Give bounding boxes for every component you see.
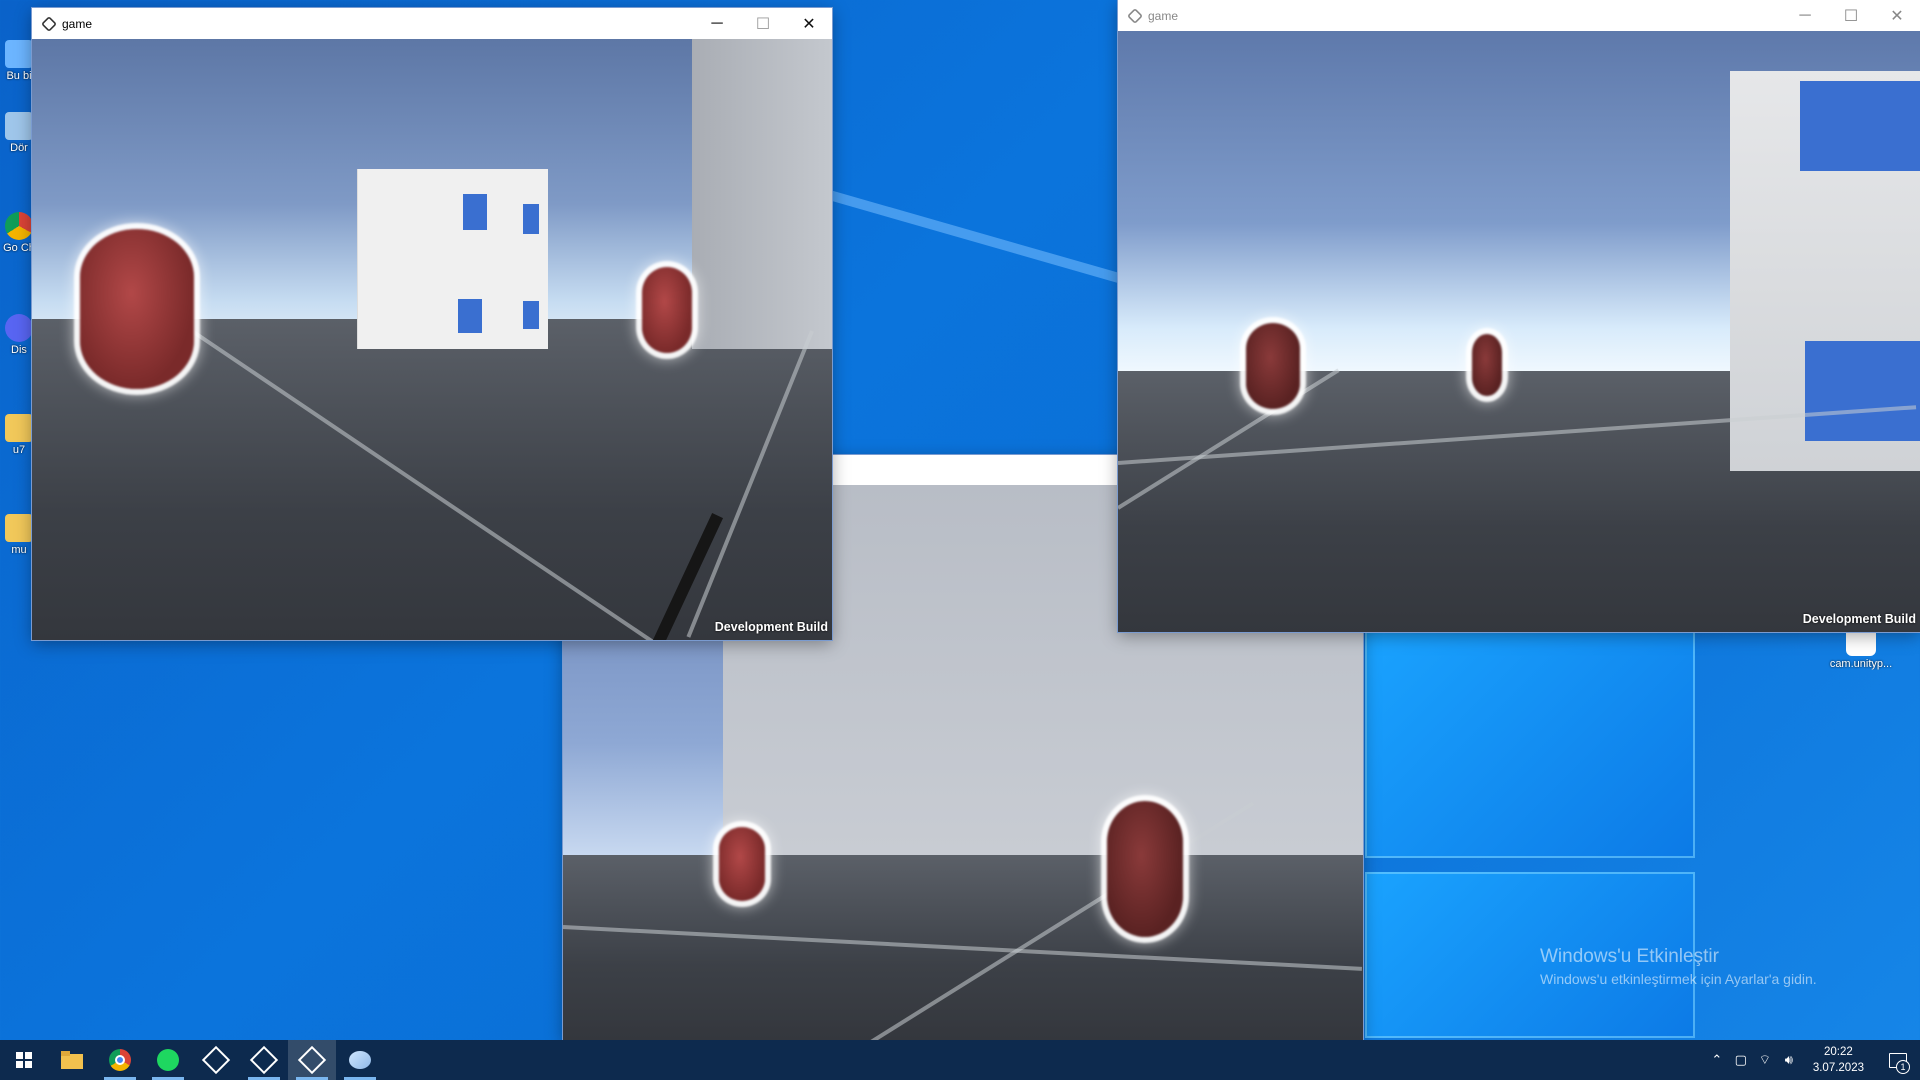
volume-icon[interactable]: 🔊︎	[1777, 1052, 1801, 1068]
building-cube	[357, 169, 548, 349]
maximize-button[interactable]: ☐	[740, 8, 786, 39]
close-button[interactable]: ✕	[1874, 0, 1920, 31]
game-viewport-right[interactable]: Development Build	[1118, 31, 1920, 632]
maximize-button[interactable]: ☐	[1828, 0, 1874, 31]
folder-icon	[5, 514, 33, 542]
player-capsule	[1472, 334, 1502, 396]
clock[interactable]: 20:22 3.07.2023	[1801, 1044, 1876, 1076]
game-window-left[interactable]: game ─ ☐ ✕ Development Build	[32, 8, 832, 640]
player-capsule	[80, 229, 194, 389]
action-center-button[interactable]: 1	[1876, 1040, 1920, 1080]
taskbar-file-explorer[interactable]	[48, 1040, 96, 1080]
start-button[interactable]	[0, 1040, 48, 1080]
recycle-bin-icon	[5, 112, 33, 140]
taskbar-unity-editor[interactable]	[240, 1040, 288, 1080]
file-explorer-icon	[61, 1051, 83, 1069]
window-title: game	[62, 16, 93, 31]
game-viewport-left[interactable]: Development Build	[32, 39, 832, 640]
title-bar[interactable]: game ─ ☐ ✕	[32, 8, 832, 39]
close-button[interactable]: ✕	[786, 8, 832, 39]
unity-icon	[297, 1045, 327, 1075]
network-icon[interactable]: ⌔	[1753, 1052, 1777, 1068]
player-capsule	[1107, 801, 1183, 937]
minimize-button[interactable]: ─	[694, 8, 740, 39]
folder-icon	[5, 414, 33, 442]
unity-icon	[201, 1045, 231, 1075]
meet-now-icon[interactable]: ▢	[1729, 1052, 1753, 1068]
this-pc-icon	[5, 40, 33, 68]
notification-count-badge: 1	[1896, 1060, 1910, 1074]
spotify-icon	[157, 1049, 179, 1071]
windows-activation-watermark: Windows'u Etkinleştir Windows'u etkinleş…	[1540, 946, 1817, 987]
taskbar-unity-hub[interactable]	[192, 1040, 240, 1080]
player-capsule	[1246, 323, 1300, 409]
taskbar-paint[interactable]	[336, 1040, 384, 1080]
minimize-button[interactable]: ─	[1782, 0, 1828, 31]
player-capsule	[719, 827, 765, 901]
player-capsule	[642, 267, 692, 353]
game-window-right[interactable]: game ─ ☐ ✕ Development Build	[1118, 0, 1920, 632]
wall	[692, 39, 832, 349]
paint-icon	[349, 1051, 371, 1069]
development-build-label: Development Build	[714, 620, 828, 634]
unity-app-icon	[41, 15, 57, 32]
development-build-label: Development Build	[1802, 612, 1916, 626]
taskbar-unity-game[interactable]	[288, 1040, 336, 1080]
taskbar-spotify[interactable]	[144, 1040, 192, 1080]
chrome-shortcut-icon	[5, 212, 33, 240]
windows-start-icon	[16, 1052, 32, 1068]
system-tray: ⌃ ▢ ⌔ 🔊︎ 20:22 3.07.2023 1	[1705, 1040, 1920, 1080]
unity-app-icon	[1127, 7, 1143, 24]
title-bar[interactable]: game ─ ☐ ✕	[1118, 0, 1920, 31]
taskbar-chrome[interactable]	[96, 1040, 144, 1080]
chevron-up-icon[interactable]: ⌃	[1705, 1052, 1729, 1068]
unity-icon	[249, 1045, 279, 1075]
discord-shortcut-icon	[5, 314, 33, 342]
window-title: game	[1148, 8, 1179, 23]
desktop-icon-unity-package[interactable]: cam.unityp...	[1820, 626, 1902, 670]
chrome-icon	[109, 1049, 131, 1071]
taskbar: ⌃ ▢ ⌔ 🔊︎ 20:22 3.07.2023 1	[0, 1040, 1920, 1080]
